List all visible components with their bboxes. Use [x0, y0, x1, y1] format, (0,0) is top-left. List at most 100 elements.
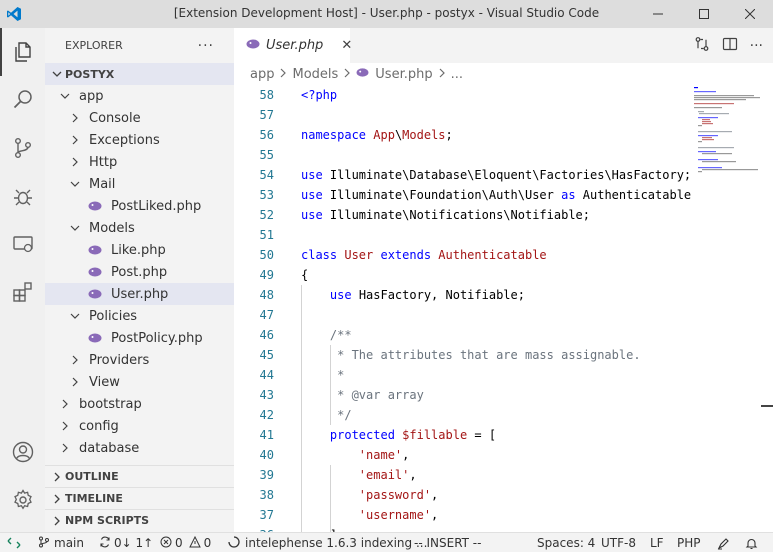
- search-icon[interactable]: [0, 76, 45, 124]
- editor-more-actions-icon[interactable]: ···: [750, 38, 763, 54]
- folder-item[interactable]: Console: [45, 107, 234, 129]
- workspace-root[interactable]: POSTYX: [45, 63, 234, 85]
- encoding-status[interactable]: UTF-8: [601, 533, 636, 552]
- code-token: Illuminate\Database\Eloquent\Factories\H…: [329, 168, 692, 182]
- code-line: 44 *: [234, 365, 692, 385]
- code-line: 45 * The attributes that are mass assign…: [234, 345, 692, 365]
- folder-item[interactable]: Http: [45, 151, 234, 173]
- code-token: $fillable: [402, 428, 468, 442]
- sync-icon: [99, 536, 111, 551]
- more-actions-icon[interactable]: ···: [198, 38, 214, 54]
- code-editor[interactable]: 58 <?php 57 56 namespace App\Models; 55 54 use …: [234, 85, 692, 532]
- vim-mode-status[interactable]: -- INSERT --: [414, 533, 481, 552]
- line-number: 37: [259, 508, 274, 522]
- chevron-down-icon: [67, 311, 83, 321]
- breadcrumb-item[interactable]: app: [250, 67, 274, 82]
- code-token: 'name': [358, 448, 403, 462]
- remote-explorer-icon[interactable]: [0, 220, 45, 268]
- code-line: 55: [234, 145, 692, 165]
- file-item[interactable]: Like.php: [45, 239, 234, 261]
- code-token: extends: [380, 248, 439, 262]
- folder-item[interactable]: Providers: [45, 349, 234, 371]
- folder-item[interactable]: View: [45, 371, 234, 393]
- section-timeline[interactable]: TIMELINE: [45, 487, 234, 509]
- open-changes-icon[interactable]: [694, 36, 710, 56]
- line-number: 51: [259, 228, 274, 242]
- line-number: 39: [259, 468, 274, 482]
- indentation-status[interactable]: Spaces: 4: [537, 533, 595, 552]
- extensions-icon[interactable]: [0, 268, 45, 316]
- tree-item-label: PostLiked.php: [111, 198, 202, 214]
- code-token: = [: [467, 428, 497, 442]
- problems-status[interactable]: 0 0: [160, 533, 211, 552]
- minimize-button[interactable]: [635, 0, 681, 28]
- code-line: 38 'password',: [234, 485, 692, 505]
- tab-bar: User.php ✕ ···: [234, 28, 773, 63]
- file-item[interactable]: PostLiked.php: [45, 195, 234, 217]
- code-token: Authenticatable: [438, 248, 547, 262]
- file-item[interactable]: Post.php: [45, 261, 234, 283]
- eol-status[interactable]: LF: [650, 533, 664, 552]
- language-mode-status[interactable]: PHP: [677, 533, 701, 552]
- indexing-status[interactable]: intelephense 1.6.3 indexing ...: [228, 533, 427, 552]
- close-window-button[interactable]: [727, 0, 773, 28]
- file-item[interactable]: User.php: [45, 283, 234, 305]
- code-token: ,: [431, 488, 439, 502]
- code-line: 37 'username',: [234, 505, 692, 525]
- tree-item-label: Exceptions: [89, 132, 160, 148]
- source-control-icon[interactable]: [0, 124, 45, 172]
- section-label: TIMELINE: [65, 492, 123, 505]
- tree-item-label: Console: [89, 110, 141, 126]
- run-debug-icon[interactable]: [0, 172, 45, 220]
- file-item[interactable]: PostPolicy.php: [45, 327, 234, 349]
- explorer-icon[interactable]: [0, 28, 45, 76]
- code-line: 50 class User extends Authenticatable: [234, 245, 692, 265]
- breadcrumb-item[interactable]: ...: [451, 67, 463, 82]
- folder-item[interactable]: config: [45, 415, 234, 437]
- settings-gear-icon[interactable]: [0, 476, 45, 524]
- breadcrumb-item[interactable]: User.php: [375, 67, 432, 82]
- code-token: ;: [445, 128, 453, 142]
- code-token: ,: [409, 468, 417, 482]
- folder-item[interactable]: Mail: [45, 173, 234, 195]
- vscode-logo-icon[interactable]: [0, 0, 28, 28]
- folder-item[interactable]: bootstrap: [45, 393, 234, 415]
- folder-item[interactable]: Exceptions: [45, 129, 234, 151]
- remote-indicator-icon[interactable]: [0, 533, 28, 552]
- breadcrumb-item[interactable]: Models: [292, 67, 338, 82]
- file-tree: app Console Exceptions Http Mail PostLiked.ph…: [45, 85, 234, 459]
- close-tab-icon[interactable]: ✕: [341, 38, 352, 53]
- chevron-right-icon: [67, 113, 83, 123]
- sync-status[interactable]: 0↓ 1↑: [99, 533, 153, 552]
- code-token: App: [373, 128, 395, 142]
- folder-item[interactable]: Models: [45, 217, 234, 239]
- folder-item[interactable]: app: [45, 85, 234, 107]
- scrollbar-thumb[interactable]: [761, 405, 773, 407]
- maximize-button[interactable]: [681, 0, 727, 28]
- tab-user-php[interactable]: User.php ✕: [234, 28, 352, 63]
- php-file-icon: [356, 67, 369, 82]
- section-outline[interactable]: OUTLINE: [45, 465, 234, 487]
- branch-name: main: [54, 536, 84, 550]
- section-npm-scripts[interactable]: NPM SCRIPTS: [45, 509, 234, 531]
- accounts-icon[interactable]: [0, 428, 45, 476]
- code-text: 'password',: [301, 485, 438, 505]
- line-number: 45: [259, 348, 274, 362]
- minimap[interactable]: [694, 85, 764, 225]
- folder-item[interactable]: database: [45, 437, 234, 459]
- feedback-icon[interactable]: [717, 533, 730, 552]
- split-editor-icon[interactable]: [722, 36, 738, 56]
- line-number: 40: [259, 448, 274, 462]
- git-branch-icon: [38, 536, 50, 551]
- code-token: <?php: [301, 88, 338, 102]
- branch-status[interactable]: main: [38, 533, 84, 552]
- chevron-down-icon: [67, 223, 83, 233]
- folder-item[interactable]: Policies: [45, 305, 234, 327]
- breadcrumb-separator-icon: [343, 68, 351, 81]
- notifications-bell-icon[interactable]: [745, 533, 758, 552]
